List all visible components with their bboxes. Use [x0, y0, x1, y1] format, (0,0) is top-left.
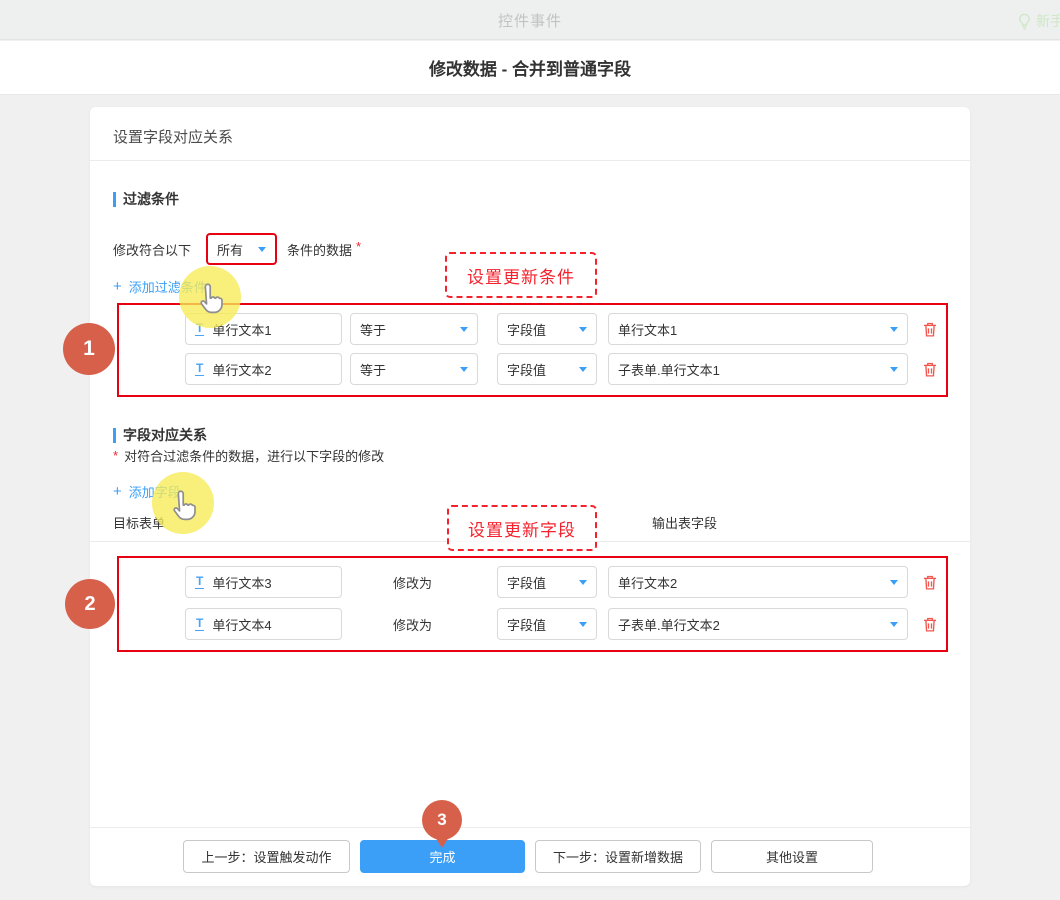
column-header-output-field: 输出表字段 [652, 513, 717, 532]
value: 单行文本2 [618, 573, 677, 592]
mapping-description: * 对符合过滤条件的数据，进行以下字段的修改 [113, 444, 384, 466]
divider [90, 160, 970, 161]
mapping-section-header: 字段对应关系 [113, 425, 207, 445]
hand-cursor-icon [194, 283, 224, 322]
value: 单行文本1 [618, 320, 677, 339]
beginner-guide-label: 新手 [1036, 11, 1060, 31]
text-field-icon: T [195, 575, 204, 589]
other-settings-button[interactable]: 其他设置 [711, 840, 873, 873]
field-name: 单行文本3 [212, 573, 271, 592]
top-bar: 控件事件 新手 [0, 0, 1060, 40]
chevron-down-icon [579, 327, 587, 332]
section-accent-bar [113, 192, 116, 207]
delete-row-icon[interactable] [921, 360, 939, 379]
chevron-down-icon [258, 247, 266, 252]
operator-value: 等于 [360, 320, 386, 339]
value-select[interactable]: 子表单.单行文本2 [608, 608, 908, 640]
topbar-title: 控件事件 [0, 0, 1060, 40]
hand-cursor-icon [167, 490, 197, 529]
step-badge-3: 3 [422, 800, 462, 840]
field-input[interactable]: T 单行文本3 [185, 566, 342, 598]
section-accent-bar [113, 428, 116, 443]
chevron-down-icon [579, 580, 587, 585]
footer-divider [90, 827, 970, 828]
match-mode-select[interactable]: 所有 [206, 233, 277, 265]
value-type-select[interactable]: 字段值 [497, 313, 597, 345]
operator-value: 等于 [360, 360, 386, 379]
chevron-down-icon [460, 367, 468, 372]
value-type-select[interactable]: 字段值 [497, 566, 597, 598]
delete-row-icon[interactable] [921, 320, 939, 339]
panel-title: 设置字段对应关系 [113, 126, 233, 147]
delete-row-icon[interactable] [921, 615, 939, 634]
delete-row-icon[interactable] [921, 573, 939, 592]
filter-section-header: 过滤条件 [113, 189, 179, 209]
value-select[interactable]: 单行文本1 [608, 313, 908, 345]
field-name: 单行文本4 [212, 615, 271, 634]
value: 子表单.单行文本1 [618, 360, 720, 379]
step-badge-2: 2 [65, 579, 115, 629]
chevron-down-icon [890, 580, 898, 585]
field-input[interactable]: T 单行文本4 [185, 608, 342, 640]
annotation-set-update-field: 设置更新字段 [447, 505, 597, 551]
beginner-guide-link[interactable]: 新手 [1016, 9, 1060, 33]
annotation-set-update-condition: 设置更新条件 [445, 252, 597, 298]
required-asterisk: * [113, 448, 118, 463]
chevron-down-icon [890, 327, 898, 332]
operator-select[interactable]: 等于 [350, 313, 478, 345]
value-type: 字段值 [507, 360, 546, 379]
step-badge-3-tail [435, 837, 449, 848]
value-type: 字段值 [507, 320, 546, 339]
field-input[interactable]: T 单行文本2 [185, 353, 342, 385]
prev-step-button[interactable]: 上一步：设置触发动作 [183, 840, 350, 873]
chevron-down-icon [890, 367, 898, 372]
step-badge-1: 1 [63, 323, 115, 375]
value-select[interactable]: 单行文本2 [608, 566, 908, 598]
value: 子表单.单行文本2 [618, 615, 720, 634]
field-name: 单行文本2 [212, 360, 271, 379]
chevron-down-icon [579, 367, 587, 372]
operator-select[interactable]: 等于 [350, 353, 478, 385]
lightbulb-icon [1016, 12, 1033, 31]
value-select[interactable]: 子表单.单行文本1 [608, 353, 908, 385]
value-type-select[interactable]: 字段值 [497, 353, 597, 385]
chevron-down-icon [460, 327, 468, 332]
value-type: 字段值 [507, 615, 546, 634]
condition-prefix-label: 修改符合以下 [113, 233, 191, 265]
page-title: 修改数据 - 合并到普通字段 [429, 55, 631, 80]
chevron-down-icon [890, 622, 898, 627]
value-type-select[interactable]: 字段值 [497, 608, 597, 640]
next-step-button[interactable]: 下一步：设置新增数据 [535, 840, 701, 873]
settings-panel: 设置字段对应关系 过滤条件 修改符合以下 所有 条件的数据 * + 添加过滤条件… [90, 107, 970, 886]
match-mode-value: 所有 [217, 240, 243, 259]
chevron-down-icon [579, 622, 587, 627]
dialog-title-bar: 修改数据 - 合并到普通字段 [0, 41, 1060, 95]
required-asterisk: * [356, 230, 361, 262]
mapping-description-text: 对符合过滤条件的数据，进行以下字段的修改 [124, 446, 384, 465]
filter-section-title: 过滤条件 [123, 189, 179, 209]
plus-icon: + [113, 484, 122, 499]
text-field-icon: T [195, 362, 204, 376]
value-type: 字段值 [507, 573, 546, 592]
plus-icon: + [113, 279, 122, 294]
text-field-icon: T [195, 617, 204, 631]
condition-suffix-label: 条件的数据 [287, 233, 352, 265]
mapping-section-title: 字段对应关系 [123, 425, 207, 445]
